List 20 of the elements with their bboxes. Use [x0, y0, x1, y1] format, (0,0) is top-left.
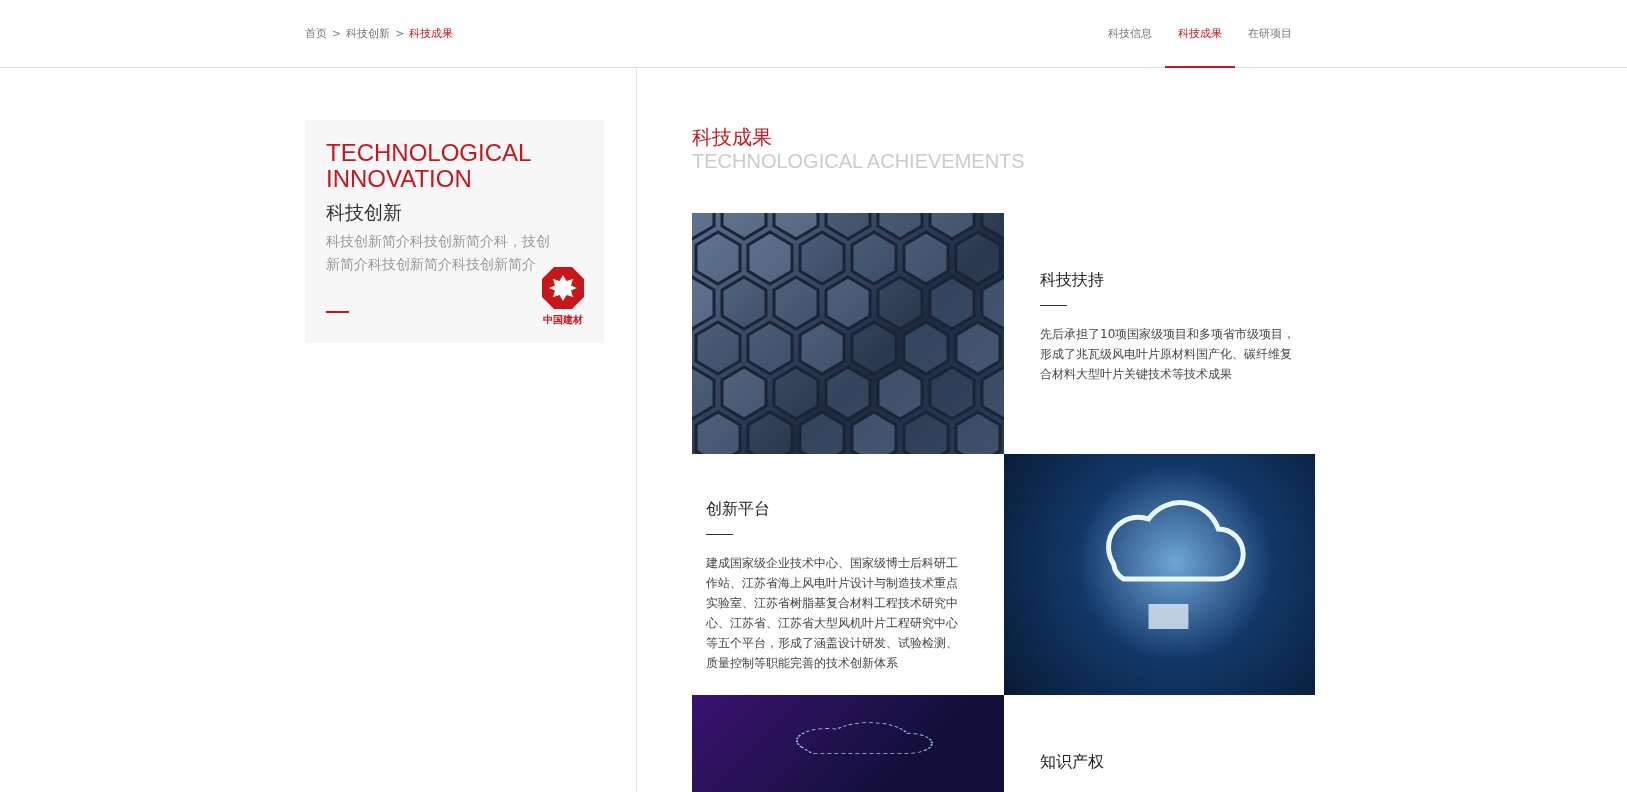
logo-text: 中国建材 [543, 313, 583, 327]
nav-tab[interactable]: 科技信息 [1095, 0, 1165, 68]
card-description: 科技创新简介科技创新简介科，技创新简介科技创新简介科技创新简介 [326, 232, 551, 274]
breadcrumb-separator: > [395, 27, 405, 40]
tile-title: 知识产权 [1040, 752, 1105, 773]
breadcrumb-separator: > [332, 27, 342, 40]
breadcrumb-link[interactable]: 首页 [305, 26, 327, 41]
tile-description: 先后承担了10项国家级项目和多项省市级项目，形成了兆瓦级风电叶片原材料国产化、碳纤维复合材料大型叶片关键技术等技术成果 [1040, 326, 1297, 383]
breadcrumb-link[interactable]: 科技创新 [346, 26, 391, 41]
card-title: 科技创新 [326, 200, 403, 225]
tile-title: 创新平台 [706, 499, 771, 520]
breadcrumb-link[interactable]: 科技成果 [409, 26, 454, 41]
section-title: 科技成果 [692, 124, 773, 150]
accent-rule [326, 311, 349, 313]
tile-title: 科技扶持 [1040, 270, 1105, 291]
octagon-logo-icon [541, 266, 585, 310]
nav-tab[interactable]: 在研项目 [1235, 0, 1305, 68]
nav-tab[interactable]: 科技成果 [1165, 0, 1235, 68]
tile-description: 建成国家级企业技术中心、国家级博士后科研工作站、江苏省海上风电叶片设计与制造技术重点实验室、江苏省树脂基复合材料工程技术研究中心、江苏省、江苏省大型风机叶片工程研究中心等五个平台，形成了涵盖设计研发、试验检测、质量控制等职能完善的技术创新体系 [706, 555, 959, 672]
card-title-english: TECHNOLOGICAL INNOVATION [326, 140, 532, 192]
